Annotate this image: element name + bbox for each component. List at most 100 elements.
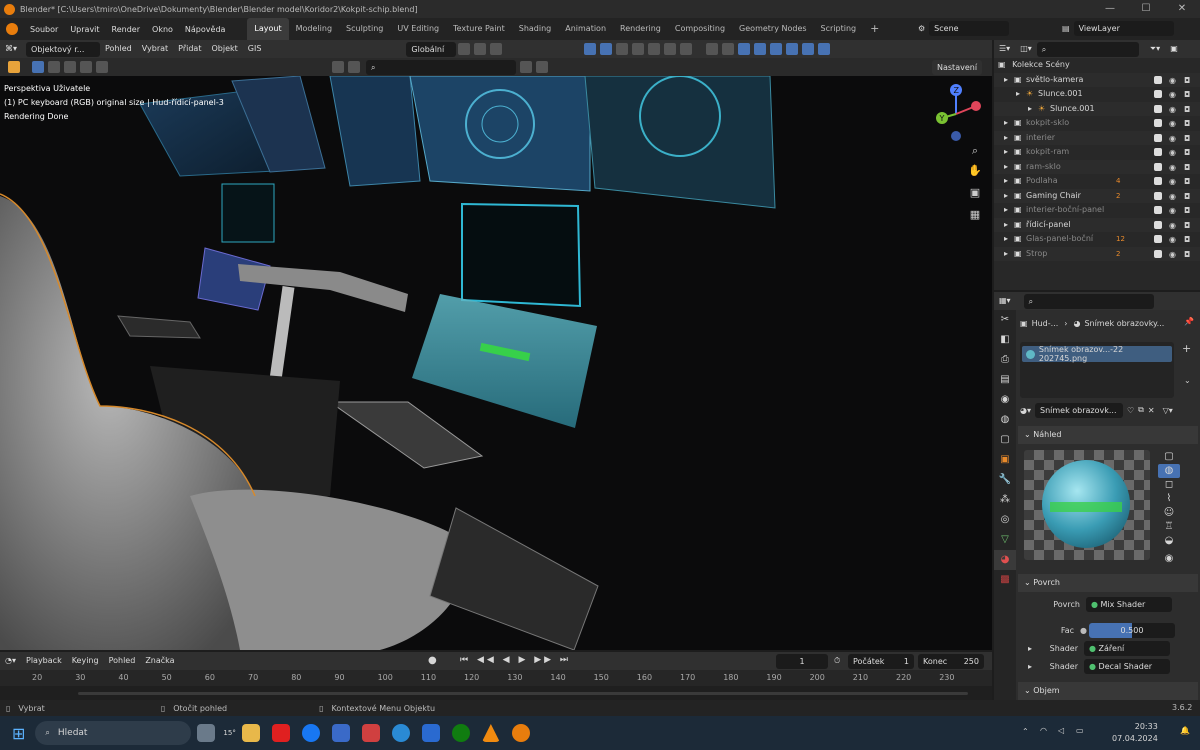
- filter-empty-icon[interactable]: [802, 43, 815, 55]
- select-intersect-icon[interactable]: [96, 61, 108, 73]
- outliner-row[interactable]: ▸ ▣ Podlaha 4 ◉ ◘: [994, 174, 1200, 189]
- timeline-track[interactable]: [0, 686, 992, 700]
- pivot-icon[interactable]: [458, 43, 471, 55]
- render-camera-icon[interactable]: ◘: [1184, 219, 1190, 234]
- menu-render[interactable]: Render: [106, 25, 146, 34]
- slot-menu-chevron-icon[interactable]: ⌄: [1184, 376, 1191, 385]
- exclude-checkbox[interactable]: [1154, 249, 1162, 258]
- edge-icon[interactable]: [391, 724, 410, 742]
- notification-bell-icon[interactable]: 🔔: [1180, 726, 1190, 735]
- blender-menu-icon[interactable]: [6, 23, 18, 35]
- current-frame-field[interactable]: 1: [776, 654, 828, 669]
- material-browse-icon[interactable]: ◕▾: [1020, 406, 1031, 415]
- menu-add[interactable]: Přidat: [173, 40, 206, 58]
- exclude-checkbox[interactable]: [1154, 90, 1162, 98]
- material-tab-icon[interactable]: ◕: [994, 550, 1016, 570]
- properties-search-input[interactable]: ⌕: [1023, 293, 1154, 309]
- stopwatch-icon[interactable]: ⏱: [834, 656, 840, 666]
- exclude-checkbox[interactable]: [1154, 104, 1162, 113]
- render-camera-icon[interactable]: ◘: [1184, 103, 1190, 118]
- tab-rendering[interactable]: Rendering: [613, 18, 668, 40]
- tray-chevron-icon[interactable]: ⌃: [1022, 727, 1029, 736]
- visibility-eye-icon[interactable]: ◉: [1169, 74, 1176, 89]
- minimize-button[interactable]: —: [1092, 0, 1128, 18]
- render-camera-icon[interactable]: ◘: [1184, 204, 1190, 219]
- tab-geometry-nodes[interactable]: Geometry Nodes: [732, 18, 813, 40]
- modifier-tab-icon[interactable]: 🔧: [994, 470, 1016, 490]
- add-slot-button[interactable]: +: [1182, 342, 1191, 355]
- material-type-icon[interactable]: ▽▾: [1163, 406, 1173, 415]
- new-collection-icon[interactable]: ▣: [1165, 40, 1183, 58]
- material-name-field[interactable]: Snímek obrazovk...: [1035, 402, 1123, 418]
- onenote-icon[interactable]: [361, 724, 380, 742]
- fake-user-icon[interactable]: ♡: [1127, 406, 1134, 415]
- speaker-icon[interactable]: ◁: [1058, 726, 1064, 735]
- marker-menu[interactable]: Značka: [140, 652, 179, 670]
- exclude-checkbox[interactable]: [1154, 75, 1162, 84]
- visibility-eye-icon[interactable]: ◉: [1169, 161, 1176, 176]
- outliner-filter-icon[interactable]: ⏷▾: [1145, 40, 1165, 58]
- select-extend-icon[interactable]: [48, 61, 60, 73]
- data-tab-icon[interactable]: ▽: [994, 530, 1016, 550]
- properties-editor-icon[interactable]: ▦▾: [994, 292, 1016, 310]
- material-color-icon[interactable]: [348, 61, 360, 73]
- render-camera-icon[interactable]: ◘: [1184, 88, 1190, 103]
- exclude-checkbox[interactable]: [1154, 119, 1162, 127]
- display-mode-icon[interactable]: ◫▾: [1015, 40, 1037, 58]
- editor-type-icon[interactable]: ⌘▾: [0, 40, 22, 58]
- outliner-row[interactable]: ▸ ☀ Slunce.001 ◉ ◘: [994, 87, 1200, 102]
- outliner-row[interactable]: ▸ ▣ Strop 2 ◉ ◘: [994, 246, 1200, 263]
- visibility-eye-icon[interactable]: ◉: [1169, 233, 1176, 248]
- outliner-row[interactable]: ▸ ▣ řídicí-panel ◉ ◘: [994, 217, 1200, 234]
- outliner-row[interactable]: ▸ ▣ světlo-kamera ◉ ◘: [994, 72, 1200, 89]
- tool-tab-icon[interactable]: ✂: [994, 310, 1016, 330]
- wifi-icon[interactable]: ◠: [1040, 726, 1047, 735]
- end-frame-field[interactable]: Konec 250: [918, 654, 984, 669]
- app-icon[interactable]: [331, 724, 350, 742]
- add-workspace-icon[interactable]: +: [863, 18, 886, 40]
- tab-scripting[interactable]: Scripting: [814, 18, 864, 40]
- material-slots-list[interactable]: Snímek obrazov...-22 202745.png: [1020, 342, 1174, 398]
- outliner-row[interactable]: ▸ ▣ kokpit-ram ◉ ◘: [994, 145, 1200, 160]
- visibility-eye-icon[interactable]: ◉: [1169, 204, 1176, 219]
- expand-chevron-icon[interactable]: ▸: [1004, 232, 1008, 247]
- preview-monkey-icon[interactable]: ☺: [1158, 506, 1180, 520]
- exclude-checkbox[interactable]: [1154, 148, 1162, 156]
- outliner-row[interactable]: ▸ ▣ Glas-panel-boční 12 ◉ ◘: [994, 232, 1200, 247]
- ortho-grid-icon[interactable]: ▦: [967, 208, 983, 224]
- menu-gis[interactable]: GIS: [243, 40, 267, 58]
- object-tab-icon[interactable]: ▣: [994, 450, 1016, 470]
- outliner-row[interactable]: ▸ ▣ interier-boční-panel ◉ ◘: [994, 203, 1200, 218]
- fac-slider[interactable]: 0.500: [1088, 622, 1175, 638]
- exclude-checkbox[interactable]: [1154, 162, 1162, 171]
- tab-modeling[interactable]: Modeling: [289, 18, 339, 40]
- blender-taskbar-icon[interactable]: [511, 724, 530, 742]
- surface-section[interactable]: ⌄ Povrch: [1018, 574, 1198, 592]
- select-invert-icon[interactable]: [80, 61, 92, 73]
- menu-object[interactable]: Objekt: [206, 40, 242, 58]
- outliner-editor-icon[interactable]: ☰▾: [994, 40, 1015, 58]
- maximize-button[interactable]: ☐: [1128, 0, 1164, 18]
- visibility-eye-icon[interactable]: ◉: [1169, 132, 1176, 147]
- taskbar-search[interactable]: ⌕ Hledat: [35, 721, 192, 745]
- visibility-eye-icon[interactable]: ◉: [1169, 88, 1176, 103]
- snap-icon[interactable]: [474, 43, 487, 55]
- render-camera-icon[interactable]: ◘: [1184, 248, 1190, 263]
- render-camera-icon[interactable]: ◘: [1184, 190, 1190, 205]
- youtube-icon[interactable]: [271, 724, 290, 742]
- outliner-row[interactable]: ▸ ▣ interier ◉ ◘: [994, 130, 1200, 147]
- filter-icon[interactable]: [536, 61, 548, 73]
- file-explorer-icon[interactable]: [241, 724, 260, 742]
- menu-help[interactable]: Nápověda: [179, 25, 232, 34]
- exclude-checkbox[interactable]: [1154, 235, 1162, 243]
- playback-controls[interactable]: ⏮ ◀◀ ◀ ▶ ▶▶ ⏭: [460, 655, 571, 665]
- preview-sphere-icon[interactable]: ◍: [1158, 464, 1180, 478]
- windows-start-icon[interactable]: ⊞: [12, 724, 25, 743]
- viewlayer-selector[interactable]: ▤ ViewLayer: [1062, 21, 1174, 36]
- visibility-eye-icon[interactable]: ◉: [1169, 103, 1176, 118]
- facebook-icon[interactable]: [301, 724, 320, 742]
- visibility-eye-icon[interactable]: ◉: [1169, 175, 1176, 190]
- vlc-icon[interactable]: [481, 724, 500, 742]
- render-camera-icon[interactable]: ◘: [1184, 146, 1190, 161]
- expand-chevron-icon[interactable]: ▸: [1004, 160, 1008, 175]
